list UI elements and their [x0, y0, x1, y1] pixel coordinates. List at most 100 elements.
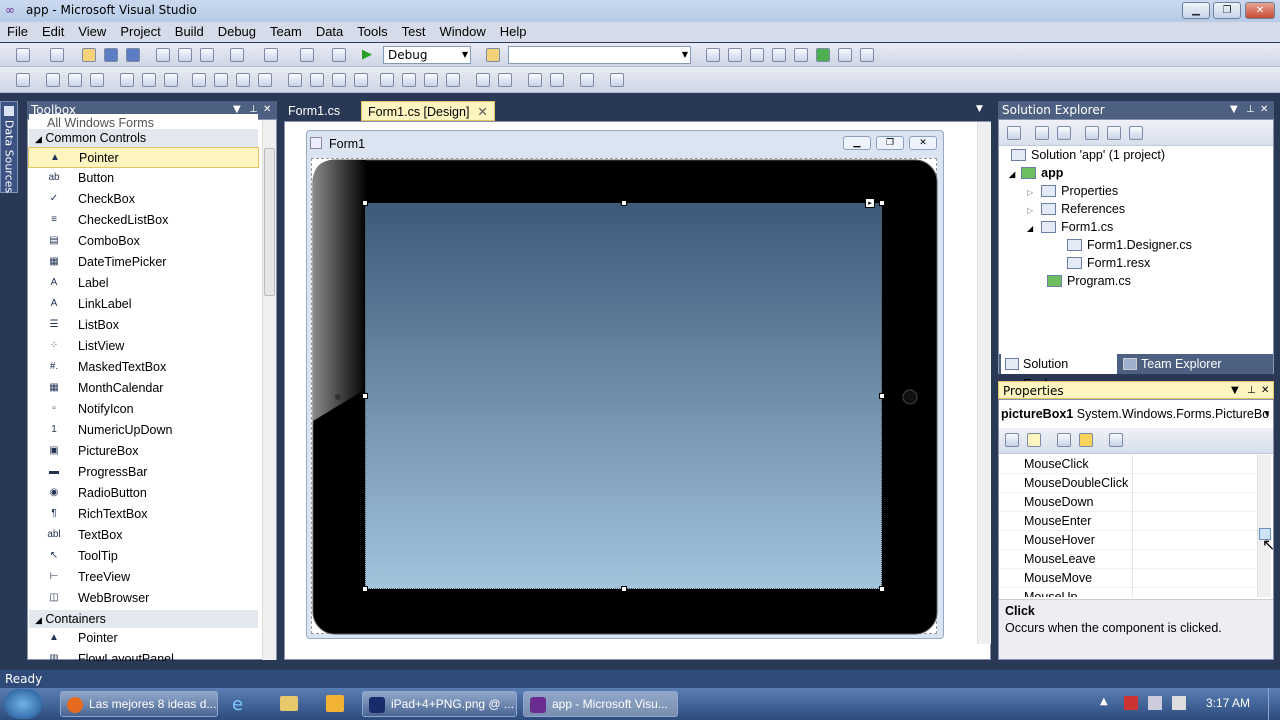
close-icon[interactable]: ✕: [1260, 101, 1268, 119]
toolbox-item[interactable]: ↖ ToolTip: [28, 546, 259, 567]
tools-icon[interactable]: [794, 48, 808, 62]
toolbox-item[interactable]: ab Button: [28, 168, 259, 189]
active-files-dropdown-icon[interactable]: ▼: [976, 104, 983, 114]
tree-node-form1-resx[interactable]: Form1.resx: [1067, 254, 1150, 272]
menu-view[interactable]: View: [71, 22, 113, 39]
menu-debug[interactable]: Debug: [211, 22, 263, 39]
align-rights-icon[interactable]: [90, 73, 104, 87]
extension-manager-icon[interactable]: [838, 48, 852, 62]
bring-to-front-icon[interactable]: [528, 73, 542, 87]
tree-node-project[interactable]: ◢ app: [1009, 164, 1063, 182]
save-icon[interactable]: [104, 48, 118, 62]
toolbox-item[interactable]: A LinkLabel: [28, 294, 259, 315]
network-icon[interactable]: [1148, 696, 1162, 710]
horizontal-spacing-icon[interactable]: [288, 73, 302, 87]
file-explorer-icon[interactable]: [280, 696, 298, 711]
tree-node-properties[interactable]: ▷ Properties: [1027, 182, 1118, 200]
toolbox-item[interactable]: ⊢ TreeView: [28, 567, 259, 588]
menu-project[interactable]: Project: [113, 22, 167, 39]
properties-scrollbar[interactable]: [1257, 455, 1271, 597]
close-button[interactable]: ✕: [1245, 2, 1275, 19]
data-sources-side-tab[interactable]: Data Sources: [0, 101, 18, 193]
center-horizontally-icon[interactable]: [476, 73, 490, 87]
tree-node-form1-designer[interactable]: Form1.Designer.cs: [1067, 236, 1192, 254]
close-tab-icon[interactable]: ✕: [477, 105, 487, 119]
window-position-icon[interactable]: ▼: [1231, 382, 1239, 400]
toolbox-item[interactable]: ▦ MonthCalendar: [28, 378, 259, 399]
resize-handle[interactable]: [879, 200, 885, 206]
toolbox-item[interactable]: abl TextBox: [28, 525, 259, 546]
tree-node-program[interactable]: Program.cs: [1047, 272, 1131, 290]
cut-icon[interactable]: [156, 48, 170, 62]
pin-icon[interactable]: ⊥: [1247, 382, 1256, 400]
property-row[interactable]: MouseDown: [999, 493, 1257, 512]
align-to-grid-icon[interactable]: [16, 73, 30, 87]
toolbox-item[interactable]: ▲ Pointer: [28, 628, 259, 649]
clock[interactable]: 3:17 AM: [1206, 696, 1250, 710]
view-code-icon[interactable]: [1085, 126, 1099, 140]
decrease-horizontal-spacing-icon[interactable]: [332, 73, 346, 87]
tree-node-solution[interactable]: Solution 'app' (1 project): [1011, 146, 1165, 164]
properties-icon[interactable]: [1007, 126, 1021, 140]
navigate-forward-icon[interactable]: [332, 48, 346, 62]
vertical-spacing-icon[interactable]: [380, 73, 394, 87]
menu-edit[interactable]: Edit: [35, 22, 71, 39]
resize-handle[interactable]: [362, 200, 368, 206]
categorized-icon[interactable]: [1005, 433, 1019, 447]
undo-icon[interactable]: [230, 48, 244, 62]
toolbox-item[interactable]: #. MaskedTextBox: [28, 357, 259, 378]
toolbox-item[interactable]: ▫ NotifyIcon: [28, 399, 259, 420]
toolbox-item[interactable]: ▥ FlowLayoutPanel: [28, 649, 259, 661]
menu-test[interactable]: Test: [395, 22, 433, 39]
resize-handle[interactable]: [879, 393, 885, 399]
menu-build[interactable]: Build: [168, 22, 211, 39]
close-icon[interactable]: ✕: [263, 101, 271, 119]
toolbox-item[interactable]: A Label: [28, 273, 259, 294]
add-item-icon[interactable]: [50, 48, 64, 62]
pin-icon[interactable]: ⊥: [1246, 101, 1255, 119]
tab-team-explorer[interactable]: Team Explorer: [1121, 354, 1241, 374]
toolbox-item[interactable]: ▤ ComboBox: [28, 231, 259, 252]
property-row[interactable]: MouseLeave: [999, 550, 1257, 569]
form1-window[interactable]: Form1 ▁ ❐ ✕ ▸: [306, 130, 944, 639]
toolbox-icon[interactable]: [772, 48, 786, 62]
align-tops-icon[interactable]: [120, 73, 134, 87]
toolbox-item[interactable]: ▲ Pointer: [28, 147, 259, 168]
toolbox-item[interactable]: ▬ ProgressBar: [28, 462, 259, 483]
make-same-height-icon[interactable]: [236, 73, 250, 87]
save-all-icon[interactable]: [126, 48, 140, 62]
toolbox-group-containers[interactable]: ◢ Containers: [29, 610, 258, 628]
smart-tag-arrow-icon[interactable]: ▸: [865, 198, 875, 208]
make-same-width-icon[interactable]: [192, 73, 206, 87]
property-row[interactable]: MouseClick: [999, 455, 1257, 474]
internet-explorer-icon[interactable]: e: [232, 694, 252, 715]
open-folder-icon[interactable]: [82, 48, 96, 62]
remove-horizontal-spacing-icon[interactable]: [354, 73, 368, 87]
toolbox-item[interactable]: ◉ RadioButton: [28, 483, 259, 504]
toolbox-item[interactable]: ¶ RichTextBox: [28, 504, 259, 525]
property-row[interactable]: MouseEnter: [999, 512, 1257, 531]
toolbox-item[interactable]: ◫ WebBrowser: [28, 588, 259, 609]
property-value[interactable]: [1132, 474, 1257, 493]
remove-vertical-spacing-icon[interactable]: [446, 73, 460, 87]
object-browser-icon[interactable]: [750, 48, 764, 62]
taskbar-item-photoshop[interactable]: iPad+4+PNG.png @ ...: [362, 691, 517, 717]
tab-form1-design[interactable]: Form1.cs [Design] ✕: [361, 101, 495, 121]
toolbox-item[interactable]: ≡ CheckedListBox: [28, 210, 259, 231]
designer-scrollbar[interactable]: [977, 122, 991, 644]
resize-handle[interactable]: [362, 393, 368, 399]
media-player-icon[interactable]: [326, 695, 344, 712]
windows-start-icon[interactable]: [4, 689, 42, 719]
send-to-back-icon[interactable]: [550, 73, 564, 87]
properties-window-icon[interactable]: [728, 48, 742, 62]
copy-icon[interactable]: [178, 48, 192, 62]
action-center-icon[interactable]: [1124, 696, 1138, 710]
resize-handle[interactable]: [621, 586, 627, 592]
lock-controls-icon[interactable]: [610, 73, 624, 87]
show-desktop-button[interactable]: [1268, 688, 1280, 720]
show-hidden-icons-icon[interactable]: ▲: [1100, 696, 1108, 707]
property-value[interactable]: [1132, 493, 1257, 512]
property-value[interactable]: [1132, 531, 1257, 550]
property-row[interactable]: MouseUp: [999, 588, 1257, 597]
tab-order-icon[interactable]: [580, 73, 594, 87]
